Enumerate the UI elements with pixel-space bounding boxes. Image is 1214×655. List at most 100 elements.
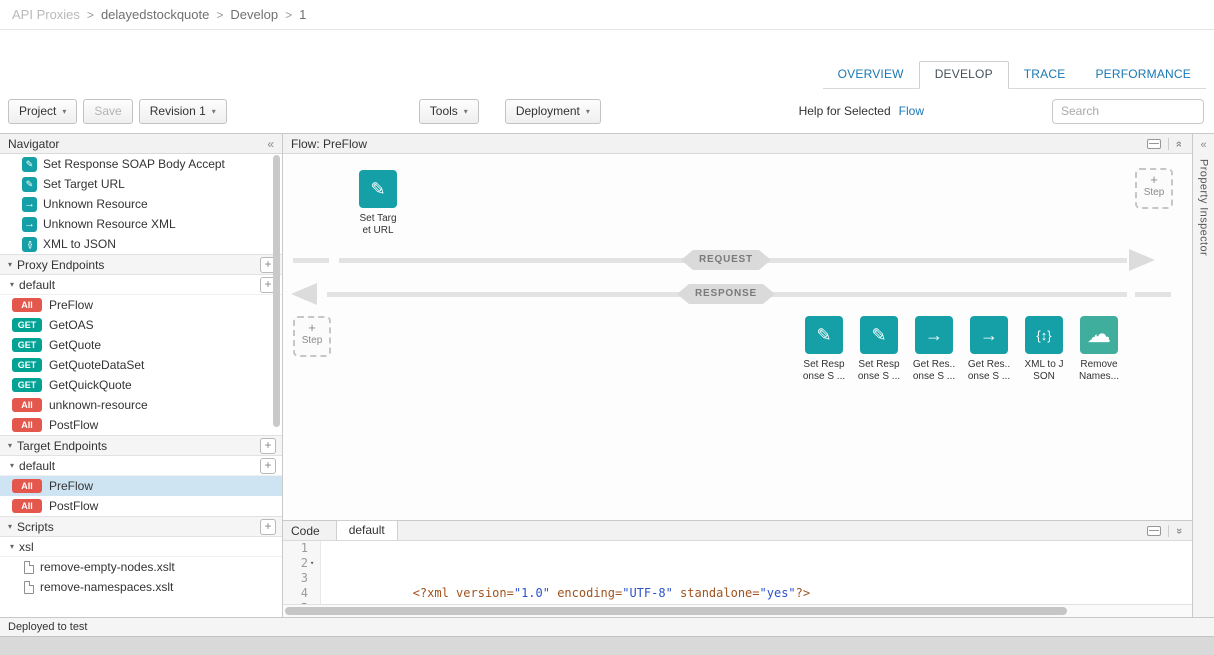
code-line: <?xml version="1.0" encoding="UTF-8" sta… (326, 571, 897, 586)
caret-down-icon: ▾ (586, 107, 590, 116)
collapse-navigator-icon[interactable]: « (267, 137, 274, 151)
policy-item-set-response-soap-body-accept[interactable]: ✎ Set Response SOAP Body Accept (0, 154, 282, 174)
proxy-flow-preflow[interactable]: All PreFlow (0, 295, 282, 315)
collapse-flow-panel-icon[interactable]: » (1173, 140, 1185, 146)
tab-develop[interactable]: DEVELOP (919, 61, 1009, 89)
panel-layout-icon[interactable] (1147, 139, 1161, 149)
script-file-remove-namespaces[interactable]: remove-namespaces.xslt (0, 577, 282, 597)
proxy-flow-postflow[interactable]: All PostFlow (0, 415, 282, 435)
proxy-endpoint-default[interactable]: ▾ default + (0, 275, 282, 295)
policy-label: XML to JSON (43, 237, 116, 251)
policy-item-set-target-url[interactable]: ✎ Set Target URL (0, 174, 282, 194)
panel-layout-icon[interactable] (1147, 526, 1161, 536)
caret-down-icon: ▾ (464, 107, 468, 116)
caret-down-icon: ▾ (10, 542, 14, 551)
plus-icon: + (295, 320, 329, 335)
arrow-icon: → (915, 316, 953, 354)
section-label: Proxy Endpoints (17, 258, 104, 272)
target-flow-preflow[interactable]: All PreFlow (0, 476, 282, 496)
toolbar-right-group: Help for Selected Flow (799, 99, 1206, 124)
divider (1168, 525, 1169, 537)
policy-item-unknown-resource[interactable]: → Unknown Resource (0, 194, 282, 214)
code-panel-label: Code (291, 524, 320, 538)
method-badge: All (12, 298, 42, 312)
proxy-flow-unknown-resource[interactable]: All unknown-resource (0, 395, 282, 415)
proxy-flow-getquickquote[interactable]: GET GetQuickQuote (0, 375, 282, 395)
proxy-flow-getoas[interactable]: GET GetOAS (0, 315, 282, 335)
flow-step-get-response-1[interactable]: → Get Res..onse S ... (915, 316, 953, 382)
property-inspector-panel[interactable]: « Property Inspector (1192, 134, 1214, 617)
policy-item-xml-to-json[interactable]: {} XML to JSON (0, 234, 282, 254)
add-step-button-response[interactable]: + Step (293, 316, 331, 357)
flow-step-set-response-1[interactable]: ✎ Set Response S ... (805, 316, 843, 382)
pencil-icon: ✎ (359, 170, 397, 208)
flow-step-get-response-2[interactable]: → Get Res..onse S ... (970, 316, 1008, 382)
script-file-remove-empty-nodes[interactable]: remove-empty-nodes.xslt (0, 557, 282, 577)
navigator-tree: ✎ Set Response SOAP Body Accept ✎ Set Ta… (0, 154, 282, 597)
selected-flow-link[interactable]: Flow (899, 104, 924, 118)
request-line-stub (293, 258, 329, 263)
project-menu-label: Project (19, 104, 56, 118)
flow-step-set-target-url[interactable]: ✎ Set Targ et URL (333, 170, 423, 236)
section-label: Scripts (17, 520, 54, 534)
save-button[interactable]: Save (83, 99, 132, 124)
main-area: Navigator « ✎ Set Response SOAP Body Acc… (0, 133, 1214, 617)
method-badge: GET (12, 378, 42, 392)
code-horizontal-scrollbar-thumb[interactable] (285, 607, 1067, 615)
breadcrumb-develop[interactable]: Develop (230, 7, 278, 22)
step-label: RemoveNames... (1071, 359, 1127, 382)
flow-step-remove-namespaces[interactable]: ☁ ✓ RemoveNames... (1080, 316, 1118, 382)
plus-icon: + (1137, 172, 1171, 187)
deployment-status: Deployed to test (8, 621, 88, 633)
property-inspector-label: Property Inspector (1198, 159, 1210, 256)
target-flow-postflow[interactable]: All PostFlow (0, 496, 282, 516)
flow-label: PostFlow (49, 418, 98, 432)
policy-label: Set Target URL (43, 177, 125, 191)
breadcrumb-api-proxies[interactable]: API Proxies (12, 7, 80, 22)
flow-label: PreFlow (49, 298, 93, 312)
flow-label: unknown-resource (49, 398, 148, 412)
deployment-menu-button[interactable]: Deployment ▾ (505, 99, 601, 124)
revision-menu-button[interactable]: Revision 1 ▾ (139, 99, 227, 124)
method-badge: All (12, 479, 42, 493)
tab-performance[interactable]: PERFORMANCE (1080, 62, 1206, 88)
code-editor[interactable]: 1 2▾ 3 4 5▾ <?xml version="1.0" encoding… (283, 541, 1192, 604)
step-label: Get Res..onse S ... (906, 359, 962, 382)
code-horizontal-scrollbar[interactable] (283, 604, 1192, 617)
flow-step-set-response-2[interactable]: ✎ Set Response S ... (860, 316, 898, 382)
section-target-endpoints[interactable]: ▾ Target Endpoints + (0, 435, 282, 456)
tab-overview[interactable]: OVERVIEW (823, 62, 919, 88)
flow-label: PostFlow (49, 499, 98, 513)
proxy-flow-getquote[interactable]: GET GetQuote (0, 335, 282, 355)
target-endpoint-default[interactable]: ▾ default + (0, 456, 282, 476)
section-scripts[interactable]: ▾ Scripts + (0, 516, 282, 537)
expand-property-inspector-icon[interactable]: « (1200, 139, 1206, 151)
tab-trace[interactable]: TRACE (1009, 62, 1081, 88)
tools-menu-button[interactable]: Tools ▾ (419, 99, 479, 124)
breadcrumb-proxy-name[interactable]: delayedstockquote (101, 7, 209, 22)
policy-item-unknown-resource-xml[interactable]: → Unknown Resource XML (0, 214, 282, 234)
code-content[interactable]: <?xml version="1.0" encoding="UTF-8" sta… (321, 541, 897, 604)
navigator-scrollbar-thumb[interactable] (273, 155, 280, 427)
response-line-stub (1135, 292, 1171, 297)
section-proxy-endpoints[interactable]: ▾ Proxy Endpoints + (0, 254, 282, 275)
navigator-scrollbar[interactable] (273, 155, 281, 617)
breadcrumb-separator: > (285, 8, 292, 22)
proxy-flow-getquotedataset[interactable]: GET GetQuoteDataSet (0, 355, 282, 375)
flow-step-xml-to-json[interactable]: {↕} XML to JSON (1025, 316, 1063, 382)
add-step-button-request[interactable]: + Step (1135, 168, 1173, 209)
method-badge: GET (12, 318, 42, 332)
search-input[interactable] (1052, 99, 1204, 124)
scripts-group-xsl[interactable]: ▾ xsl (0, 537, 282, 557)
breadcrumb-separator: > (87, 8, 94, 22)
pencil-icon: ✎ (22, 177, 37, 192)
collapse-code-panel-icon[interactable]: » (1173, 527, 1185, 533)
project-menu-button[interactable]: Project ▾ (8, 99, 77, 124)
file-icon (24, 561, 34, 574)
flow-label: GetOAS (49, 318, 94, 332)
policy-label: Set Response SOAP Body Accept (43, 157, 225, 171)
breadcrumb-revision[interactable]: 1 (299, 7, 306, 22)
caret-down-icon: ▾ (62, 107, 66, 116)
code-tab-default[interactable]: default (336, 520, 398, 540)
fold-marker-icon[interactable]: ▾ (310, 556, 320, 571)
